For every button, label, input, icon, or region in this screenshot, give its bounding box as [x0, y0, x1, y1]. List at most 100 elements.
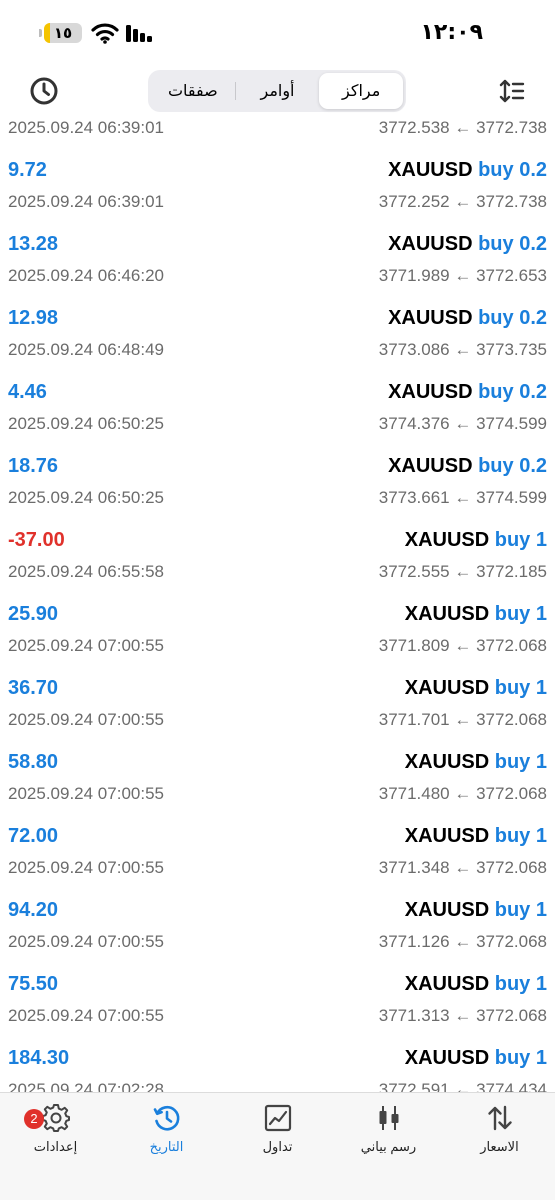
position-side-volume: buy 0.2: [478, 381, 547, 403]
tab-history[interactable]: التاريخ: [111, 1103, 222, 1163]
position-profit: 4.46: [8, 381, 47, 403]
position-open-time: 2025.09.24 06:48:49: [8, 340, 164, 359]
symbol-name: XAUUSD: [404, 677, 490, 699]
segment-deals-label: صفقات: [167, 83, 218, 100]
clock-icon: [30, 77, 58, 105]
position-symbol: XAUUSD buy 1: [405, 529, 547, 552]
position-profit: 36.70: [8, 677, 59, 699]
notification-badge: 2: [24, 1109, 44, 1129]
list-item[interactable]: 58.80 XAUUSD buy 1 2025.09.24 07:00:55 3…: [0, 751, 555, 825]
position-side-volume: buy 1: [494, 825, 547, 847]
position-prices: 3771.126 ← 3772.068: [378, 932, 547, 951]
position-prices: 3771.989 ← 3772.653: [378, 266, 547, 285]
segment-positions[interactable]: مراكز: [319, 73, 403, 109]
updown-arrows-icon: [487, 1105, 512, 1131]
symbol-name: XAUUSD: [388, 159, 473, 181]
status-bar: ١٥ ١٢:٠٩: [0, 0, 555, 66]
position-prices: 3771.313 ← 3772.068: [378, 1006, 547, 1025]
tab-settings-label: إعدادات: [33, 1139, 78, 1154]
bottom-tab-bar: 2 إعدادات التاريخ تداول رسم بياني الاسعا…: [0, 1092, 555, 1200]
positions-list: 2025.09.24 06:39:01 3772.538 ← 3772.738 …: [0, 116, 555, 1092]
position-side-volume: buy 0.2: [478, 233, 547, 255]
list-item[interactable]: 184.30 XAUUSD buy 1 2025.09.24 07:02:28 …: [0, 1047, 555, 1092]
list-item[interactable]: 75.50 XAUUSD buy 1 2025.09.24 07:00:55 3…: [0, 973, 555, 1047]
tab-chart-label: رسم بياني: [360, 1139, 417, 1154]
position-side-volume: buy 1: [494, 677, 547, 699]
list-item[interactable]: 18.76 XAUUSD buy 0.2 2025.09.24 06:50:25…: [0, 455, 555, 529]
position-open-time: 2025.09.24 06:39:01: [8, 118, 164, 137]
segment-deals[interactable]: صفقات: [151, 73, 235, 109]
sort-button[interactable]: [496, 75, 528, 107]
list-item[interactable]: 94.20 XAUUSD buy 1 2025.09.24 07:00:55 3…: [0, 899, 555, 973]
position-prices: 3773.086 ← 3773.735: [378, 340, 547, 359]
position-open-time: 2025.09.24 07:00:55: [8, 710, 164, 729]
symbol-name: XAUUSD: [388, 233, 473, 255]
list-item[interactable]: 72.00 XAUUSD buy 1 2025.09.24 07:00:55 3…: [0, 825, 555, 899]
symbol-name: XAUUSD: [404, 529, 490, 551]
position-prices: 3772.252 ← 3772.738: [378, 192, 547, 211]
status-clock: ١٢:٠٩: [420, 20, 483, 45]
position-symbol: XAUUSD buy 1: [405, 751, 547, 774]
tab-trade[interactable]: تداول: [222, 1103, 333, 1163]
candlestick-icon: [379, 1106, 398, 1130]
position-side-volume: buy 1: [494, 899, 547, 921]
symbol-name: XAUUSD: [404, 899, 490, 921]
position-open-time: 2025.09.24 07:00:55: [8, 1006, 164, 1025]
position-side-volume: buy 0.2: [478, 455, 547, 477]
position-profit: 18.76: [8, 455, 59, 477]
position-symbol: XAUUSD buy 1: [405, 825, 547, 848]
position-prices: 3773.661 ← 3774.599: [378, 488, 547, 507]
tab-settings[interactable]: 2 إعدادات: [0, 1103, 111, 1163]
position-open-time: 2025.09.24 06:46:20: [8, 266, 164, 285]
cellular-signal-icon: [126, 25, 152, 42]
list-item[interactable]: 4.46 XAUUSD buy 0.2 2025.09.24 06:50:25 …: [0, 381, 555, 455]
position-open-time: 2025.09.24 07:02:28: [8, 1080, 164, 1092]
position-open-time: 2025.09.24 07:00:55: [8, 858, 164, 877]
battery-tip: [39, 29, 42, 37]
position-side-volume: buy 0.2: [478, 307, 547, 329]
list-item[interactable]: 9.72 XAUUSD buy 0.2 2025.09.24 06:39:01 …: [0, 159, 555, 233]
position-prices: 3772.555 ← 3772.185: [378, 562, 547, 581]
tab-quotes-label: الاسعار: [480, 1139, 519, 1154]
symbol-name: XAUUSD: [404, 825, 490, 847]
list-item[interactable]: -37.00 XAUUSD buy 1 2025.09.24 06:55:58 …: [0, 529, 555, 603]
position-side-volume: buy 1: [494, 603, 547, 625]
symbol-name: XAUUSD: [404, 973, 490, 995]
position-symbol: XAUUSD buy 0.2: [388, 159, 547, 182]
segment-orders[interactable]: أوامر: [236, 73, 320, 109]
gear-icon: [41, 1104, 70, 1132]
history-clock-button[interactable]: [27, 74, 61, 108]
wifi-icon: [91, 23, 119, 44]
tab-chart[interactable]: رسم بياني: [333, 1103, 444, 1163]
position-profit: 75.50: [8, 973, 59, 995]
position-side-volume: buy 0.2: [478, 159, 547, 181]
position-profit: 72.00: [8, 825, 59, 847]
position-profit: 94.20: [8, 899, 59, 921]
list-item[interactable]: 13.28 XAUUSD buy 0.2 2025.09.24 06:46:20…: [0, 233, 555, 307]
position-prices: 3771.480 ← 3772.068: [378, 784, 547, 803]
list-item[interactable]: 25.90 XAUUSD buy 1 2025.09.24 07:00:55 3…: [0, 603, 555, 677]
position-symbol: XAUUSD buy 0.2: [388, 233, 547, 256]
segment-positions-label: مراكز: [342, 83, 381, 100]
header: مراكز أوامر صفقات: [0, 66, 555, 116]
position-open-time: 2025.09.24 06:55:58: [8, 562, 164, 581]
position-open-time: 2025.09.24 07:00:55: [8, 784, 164, 803]
segment-orders-label: أوامر: [260, 83, 295, 100]
position-symbol: XAUUSD buy 1: [405, 677, 547, 700]
position-symbol: XAUUSD buy 1: [405, 603, 547, 626]
symbol-name: XAUUSD: [388, 307, 473, 329]
position-open-time: 2025.09.24 07:00:55: [8, 636, 164, 655]
position-prices: 3771.809 ← 3772.068: [378, 636, 547, 655]
list-item[interactable]: 36.70 XAUUSD buy 1 2025.09.24 07:00:55 3…: [0, 677, 555, 751]
history-icon: [153, 1105, 179, 1131]
position-profit: 12.98: [8, 307, 59, 329]
list-item[interactable]: 12.98 XAUUSD buy 0.2 2025.09.24 06:48:49…: [0, 307, 555, 381]
symbol-name: XAUUSD: [388, 381, 473, 403]
sort-icon: [499, 79, 525, 103]
tab-quotes[interactable]: الاسعار: [444, 1103, 555, 1163]
position-side-volume: buy 1: [494, 529, 547, 551]
position-side-volume: buy 1: [494, 973, 547, 995]
position-profit: 184.30: [8, 1047, 70, 1069]
position-profit: 9.72: [8, 159, 47, 181]
symbol-name: XAUUSD: [404, 751, 490, 773]
